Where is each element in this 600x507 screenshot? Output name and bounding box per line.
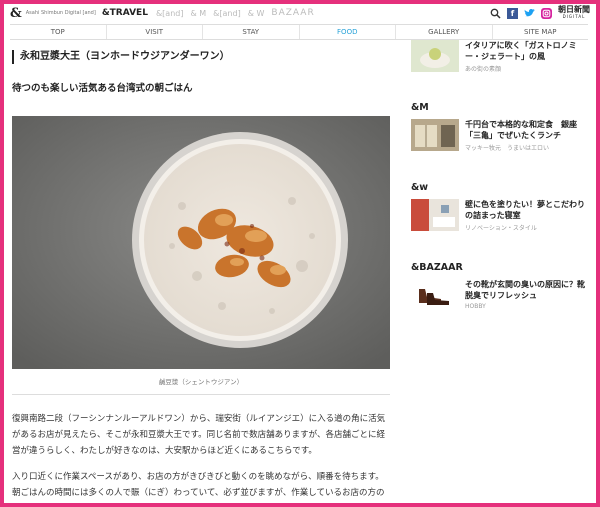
twitter-icon[interactable]	[524, 8, 535, 19]
sidebar-item-meta: リノベーション・スタイル	[465, 225, 537, 232]
sidebar-item[interactable]: イタリアに吹く「ガストロノミー・ジェラート」の風 あの街の素顔	[411, 40, 591, 73]
sidebar-item-text: 壁に色を塗りたい！夢とこだわりの詰まった寝室 リノベーション・スタイル	[465, 199, 591, 232]
nav-top[interactable]: TOP	[10, 25, 106, 39]
brand-link-and-2[interactable]: &[and]	[213, 9, 241, 18]
sidebar-item-title[interactable]: 千円台で本格的な和定食 銀座「三亀」でぜいたくランチ	[465, 119, 591, 141]
search-icon[interactable]	[490, 8, 501, 19]
bazaar-brand-link[interactable]: BAZAAR	[271, 8, 314, 18]
brand-link-m[interactable]: & M	[190, 9, 206, 18]
sidebar-item-title[interactable]: 壁に色を塗りたい！夢とこだわりの詰まった寝室	[465, 199, 591, 221]
nav-gallery[interactable]: GALLERY	[395, 25, 492, 39]
nav-visit[interactable]: VISIT	[105, 25, 203, 39]
bedroom-thumbnail[interactable]	[411, 199, 459, 231]
sidebar-section-label[interactable]: &M	[411, 102, 591, 113]
social-icons: f 朝日新聞 DIGITAL	[490, 6, 590, 20]
asahi-digital-logo[interactable]: 朝日新聞 DIGITAL	[558, 6, 590, 20]
sidebar-section-bazaar: &BAZAAR その靴が玄関の臭いの原因に？靴脱臭でリフレッシュ HOBBY	[411, 262, 591, 311]
asahi-logo-sub: DIGITAL	[562, 14, 586, 19]
article: 永和豆漿大王（ヨンホードウジアンダーワン） 待つのも楽しい活気ある台湾式の朝ごは…	[12, 50, 390, 507]
sidebar-item-meta: マッキー牧元 うまいはエロい	[465, 145, 550, 152]
sidebar-item-text: イタリアに吹く「ガストロノミー・ジェラート」の風 あの街の素顔	[465, 40, 591, 73]
sidebar-section-m: &M 千円台で本格的な和定食 銀座「三亀」でぜいたくランチ マッキー牧元 うまい…	[411, 102, 591, 152]
gelato-thumbnail[interactable]	[411, 40, 459, 72]
sidebar-section-label[interactable]: &BAZAAR	[411, 262, 591, 273]
photo-caption: 鹹豆漿（シェントウジアン）	[158, 378, 244, 386]
sidebar-item[interactable]: その靴が玄関の臭いの原因に？靴脱臭でリフレッシュ HOBBY	[411, 279, 591, 311]
sidebar-item[interactable]: 壁に色を塗りたい！夢とこだわりの詰まった寝室 リノベーション・スタイル	[411, 199, 591, 232]
brand-link-w[interactable]: & W	[248, 9, 265, 18]
nav-sitemap[interactable]: SITE MAP	[491, 25, 589, 39]
facebook-icon[interactable]: f	[507, 7, 518, 19]
sidebar-item-title[interactable]: イタリアに吹く「ガストロノミー・ジェラート」の風	[465, 40, 591, 62]
sidebar-item-text: 千円台で本格的な和定食 銀座「三亀」でぜいたくランチ マッキー牧元 うまいはエロ…	[465, 119, 591, 152]
article-paragraph: 入り口近くに作業スペースがあり、お店の方がきびきびと動くのを眺めながら、順番を待…	[12, 472, 385, 507]
sidebar-item-title[interactable]: その靴が玄関の臭いの原因に？靴脱臭でリフレッシュ	[465, 279, 591, 301]
article-paragraph: 復興南路二段（フーシンナンルーアルドワン）から、瑞安街（ルイアンジエ）に入る道の…	[12, 414, 386, 456]
nav-stay[interactable]: STAY	[202, 25, 299, 39]
logo-subtitle: Asahi Shimbun Digital [and]	[25, 10, 96, 16]
main-nav: TOP VISIT STAY FOOD GALLERY SITE MAP	[10, 24, 588, 40]
instagram-icon[interactable]	[541, 7, 552, 19]
shop-title: 永和豆漿大王（ヨンホードウジアンダーワン）	[12, 50, 390, 64]
restaurant-thumbnail[interactable]	[411, 119, 459, 151]
sidebar-item-meta: あの街の素顔	[465, 66, 502, 73]
sidebar-item-meta: HOBBY	[465, 303, 486, 310]
sidebar-item-text: その靴が玄関の臭いの原因に？靴脱臭でリフレッシュ HOBBY	[465, 279, 591, 311]
sidebar-card-gelato[interactable]: イタリアに吹く「ガストロノミー・ジェラート」の風 あの街の素顔	[411, 40, 591, 73]
brand-link-and[interactable]: &[and]	[156, 9, 184, 18]
and-logo[interactable]: &	[10, 6, 22, 21]
top-bar: & Asahi Shimbun Digital [and] &TRAVEL &[…	[4, 4, 596, 22]
sidebar-item[interactable]: 千円台で本格的な和定食 銀座「三亀」でぜいたくランチ マッキー牧元 うまいはエロ…	[411, 119, 591, 152]
sidebar-section-w: &w 壁に色を塗りたい！夢とこだわりの詰まった寝室 リノベーション・スタイル	[411, 182, 591, 232]
shoes-thumbnail[interactable]	[411, 279, 459, 311]
soy-milk-photo	[12, 116, 390, 369]
sidebar-section-label[interactable]: &w	[411, 182, 591, 193]
article-subtitle: 待つのも楽しい活気ある台湾式の朝ごはん	[12, 83, 193, 94]
caption-divider	[12, 394, 390, 395]
travel-brand-link[interactable]: &TRAVEL	[102, 8, 148, 18]
nav-food[interactable]: FOOD	[298, 25, 396, 39]
